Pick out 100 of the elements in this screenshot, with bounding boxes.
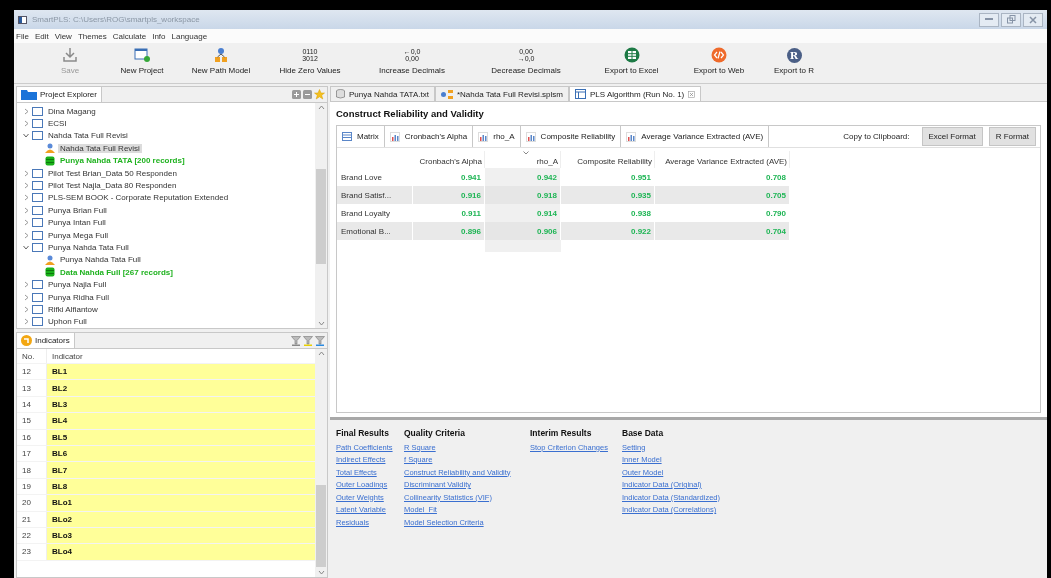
bar-chart-icon: [389, 131, 400, 142]
project-icon: [32, 230, 43, 240]
tree-item[interactable]: Punya Najla Full: [46, 280, 109, 290]
close-button[interactable]: [1023, 12, 1043, 27]
editor-tab[interactable]: Punya Nahda TATA.txt: [330, 86, 435, 101]
scroll-up-icon[interactable]: [317, 351, 325, 355]
table-cell[interactable]: BL7: [47, 462, 315, 478]
table-cell[interactable]: BL2: [47, 380, 315, 396]
tree-item[interactable]: Rifki Alfiantow: [46, 304, 100, 314]
menu-item[interactable]: Calculate: [112, 31, 147, 41]
tree-item[interactable]: Pilot Test Najla_Data 80 Responden: [46, 181, 179, 191]
toolbar-button[interactable]: Export to Excel: [584, 47, 679, 75]
scroll-down-icon[interactable]: [317, 571, 325, 575]
table-cell: 0.942: [485, 168, 561, 186]
tree-item[interactable]: ECSI: [46, 119, 69, 129]
collapse-all-icon[interactable]: [303, 90, 312, 99]
toolbar-button[interactable]: New Project: [106, 47, 178, 75]
table-cell: 0.918: [485, 186, 561, 204]
person-icon: [45, 254, 55, 265]
model-icon: [440, 89, 453, 99]
tree-item[interactable]: Nahda Tata Full Revisi: [58, 143, 142, 153]
section-heading: Quality Criteria: [404, 428, 466, 438]
project-icon: [32, 280, 43, 290]
minimize-icon[interactable]: [985, 18, 993, 21]
table-icon: [575, 89, 586, 99]
table-cell[interactable]: BL1: [47, 364, 315, 380]
table-cell: 0.914: [485, 204, 561, 222]
table-cell: 0.896: [413, 222, 485, 240]
filter-icon[interactable]: [315, 335, 325, 346]
filter-icon[interactable]: [291, 335, 301, 346]
tree-item[interactable]: Punya Ridha Full: [46, 292, 111, 302]
toolbar-button[interactable]: New Path Model: [178, 47, 264, 75]
nodes-icon: [213, 47, 229, 63]
column-header[interactable]: Average Variance Extracted (AVE): [655, 151, 790, 168]
menu-item[interactable]: Edit: [34, 31, 49, 41]
column-header[interactable]: Cronbach's Alpha: [413, 151, 485, 168]
section-heading: Interim Results: [530, 428, 593, 438]
project-icon: [32, 205, 43, 215]
sort-icon[interactable]: [522, 151, 529, 155]
close-icon[interactable]: [688, 90, 696, 98]
bar-chart-icon: [626, 131, 637, 142]
menu-item[interactable]: View: [54, 31, 72, 41]
table-cell[interactable]: BLo4: [47, 544, 315, 560]
scrollbar[interactable]: [315, 349, 327, 577]
project-icon: [32, 218, 43, 228]
star-icon[interactable]: [314, 89, 325, 100]
copy-button[interactable]: R Format: [988, 127, 1036, 146]
row-header: Emotional B...: [337, 222, 413, 240]
tree-item[interactable]: Punya Nahda Tata Full: [58, 255, 143, 265]
project-icon: [32, 181, 43, 191]
spreadsheet-icon: [623, 47, 640, 63]
tree-item[interactable]: Dina Magang: [46, 106, 98, 116]
restore-button[interactable]: [1001, 12, 1021, 27]
tree-item[interactable]: Uphon Full: [46, 317, 89, 327]
filter-icon[interactable]: [303, 335, 313, 346]
column-header[interactable]: Composite Reliability: [561, 151, 655, 168]
tree-item[interactable]: Pilot Test Brian_Data 50 Responden: [46, 168, 179, 178]
scrollbar[interactable]: [315, 103, 327, 328]
toolbar-button[interactable]: Export to Web: [679, 47, 759, 75]
table-cell: 0.922: [561, 222, 655, 240]
window-title: SmartPLS: C:\Users\ROG\smartpls_workspace: [32, 15, 201, 24]
tree-item[interactable]: PLS-SEM BOOK - Corporate Reputation Extended: [46, 193, 231, 203]
toolbar-button[interactable]: R Export to R: [759, 47, 829, 75]
close-icon[interactable]: [1029, 15, 1037, 24]
tree-item[interactable]: Punya Nahda Tata Full: [46, 243, 131, 252]
tree-item[interactable]: Punya Mega Full: [46, 230, 111, 240]
expand-all-icon[interactable]: [292, 90, 301, 99]
panel-tab[interactable]: Indicators: [17, 333, 75, 348]
tree-item[interactable]: Punya Intan Full: [46, 218, 108, 228]
project-icon: [32, 131, 43, 141]
section-heading: Final Results: [336, 428, 390, 438]
tray-arrow-icon: [62, 47, 78, 63]
project-icon: [32, 168, 43, 178]
tree-item[interactable]: Punya Brian Full: [46, 205, 109, 215]
bar-chart-icon: [525, 131, 536, 142]
menu-item[interactable]: File: [16, 31, 29, 41]
scroll-up-icon[interactable]: [317, 105, 325, 109]
menu-item[interactable]: Language: [171, 31, 208, 41]
indicator-icon: [21, 335, 32, 346]
panel-tab[interactable]: Project Explorer: [17, 87, 102, 102]
menu-item[interactable]: Info: [152, 31, 166, 41]
editor-tab[interactable]: *Nahda Tata Full Revisi.splsm: [434, 86, 569, 101]
project-icon: [32, 193, 43, 203]
clipboard-label: Copy to Clipboard:: [843, 132, 910, 141]
table-cell: 0.935: [561, 186, 655, 204]
minimize-button[interactable]: [979, 12, 999, 27]
table-cell: 0.705: [655, 186, 790, 204]
restore-icon[interactable]: [1006, 15, 1016, 24]
row-header: Brand Satisf...: [337, 186, 413, 204]
person-icon: [45, 143, 55, 154]
scroll-down-icon[interactable]: [317, 322, 325, 326]
editor-tab[interactable]: PLS Algorithm (Run No. 1): [569, 86, 702, 101]
tree-item[interactable]: Nahda Tata Full Revisi: [46, 131, 130, 141]
copy-button[interactable]: Excel Format: [921, 127, 983, 146]
menu-item[interactable]: Themes: [77, 31, 107, 41]
table-cell[interactable]: BL4: [47, 413, 315, 429]
table-cell[interactable]: BLo1: [47, 495, 315, 511]
folder-icon: [21, 89, 37, 100]
bar-chart-icon: [478, 131, 489, 142]
app-icon: [18, 15, 27, 24]
